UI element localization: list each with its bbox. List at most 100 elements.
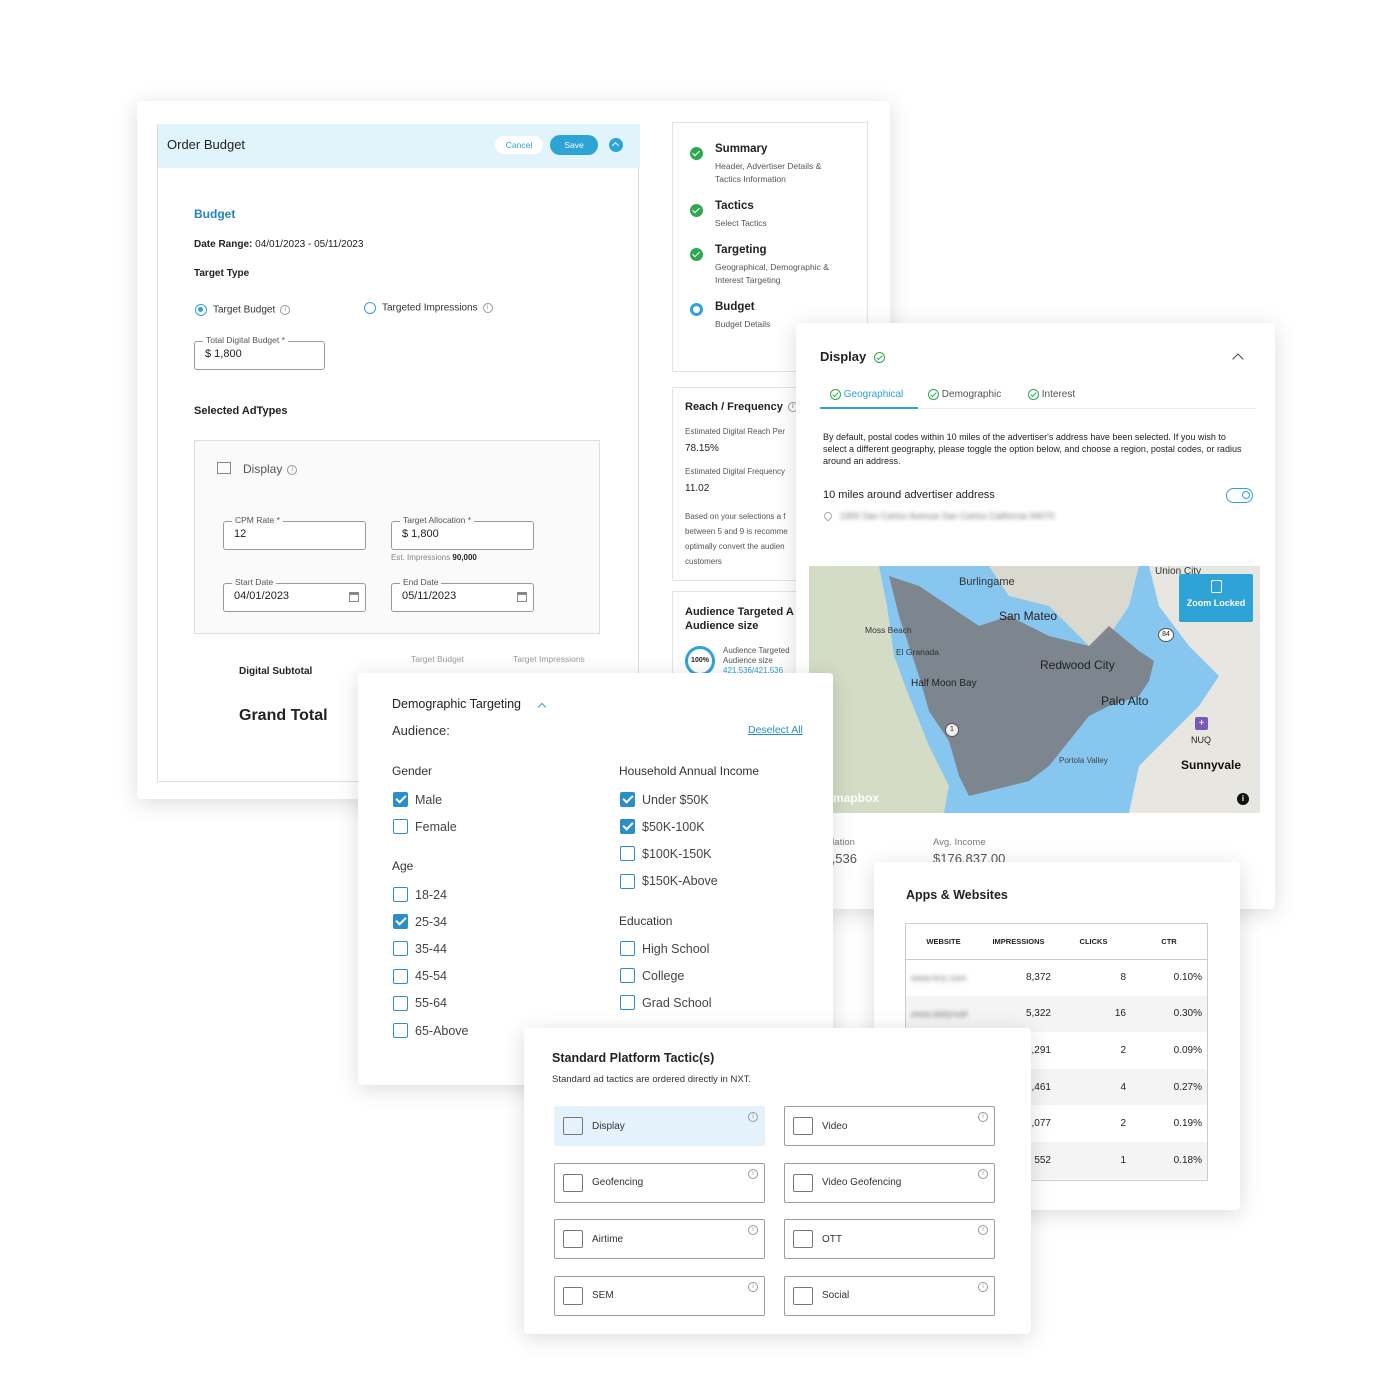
income-checkbox[interactable]: $50K-100K [620,819,705,835]
display-adtype-box: Display i CPM Rate * 12 Target Allocation… [194,440,600,634]
targeting-tabs: Geographical Demographic Interest [820,389,1256,409]
reach-title-text: Reach / Frequency [685,401,783,413]
tactic-video[interactable]: Video i [784,1106,995,1146]
table-cell-ctr: 0.30% [1173,1008,1202,1020]
chevron-up-icon[interactable] [1232,353,1244,365]
step-description: Geographical, Demographic & Interest Tar… [715,262,829,285]
step-description: Select Tactics [715,218,767,228]
info-icon[interactable]: i [748,1225,758,1235]
income-checkbox[interactable]: $150K-Above [620,873,718,889]
info-icon[interactable]: i [748,1168,758,1179]
reach-note: Based on your selections a f between 5 a… [685,509,788,569]
total-budget-field[interactable]: Total Digital Budget * $ 1,800 [194,335,325,370]
cpm-rate-field[interactable]: CPM Rate * 12 [223,515,366,550]
tactic-video-geofencing[interactable]: Video Geofencing i [784,1162,995,1203]
checkbox-checked-icon [393,792,408,807]
age-checkbox[interactable]: 55-64 [393,995,447,1011]
income-checkbox[interactable]: Under $50K [620,792,709,807]
collapse-chevron-icon[interactable] [609,138,623,152]
targeted-impressions-radio[interactable]: Targeted Impressions i [364,302,493,314]
deselect-all-link[interactable]: Deselect All [748,724,803,736]
calendar-icon[interactable] [517,592,527,602]
start-date-field[interactable]: Start Date 04/01/2023 [223,577,366,612]
checkbox-label: Grad School [642,995,712,1010]
table-cell-impressions: 5,322 [1025,1008,1051,1020]
start-date-label: Start Date [232,577,277,587]
page-title: Order Budget [167,137,246,152]
radius-toggle[interactable] [1226,488,1253,503]
mapbox-logo: mapbox [833,791,880,805]
display-adtype-label: Display i [243,462,298,476]
check-circle-icon [690,248,703,262]
checkbox-unchecked-icon [620,941,635,956]
table-cell-ctr: 0.18% [1173,1154,1202,1166]
info-icon[interactable]: i [748,1112,758,1122]
gender-checkbox[interactable]: Male [393,792,442,807]
col-target-budget: Target Budget [411,654,464,664]
tactic-label: Geofencing [592,1177,644,1188]
age-checkbox[interactable]: 35-44 [393,941,447,957]
zoom-locked-button[interactable]: Zoom Locked [1179,574,1253,622]
display-title: Display [820,349,885,364]
tactic-social[interactable]: Social i [784,1275,995,1316]
table-cell-ctr: 0.09% [1173,1044,1202,1056]
calendar-icon[interactable] [349,592,359,602]
start-date-value: 04/01/2023 [234,590,290,602]
check-circle-icon [1028,389,1039,400]
audience-ring: 100% [685,646,715,676]
demographic-title: Demographic Targeting [392,697,547,712]
tab-geographical[interactable]: Geographical [820,389,918,409]
target-allocation-field[interactable]: Target Allocation * $ 1,800 [391,515,534,550]
tactic-display[interactable]: Display i [554,1106,765,1146]
check-circle-icon [928,389,939,400]
checkbox-unchecked-icon [393,968,408,984]
table-cell-impressions: 8,372 [1025,972,1051,984]
map-label-moss-beach: Moss Beach [865,625,912,635]
checkbox-label: 65-Above [415,1023,469,1038]
age-checkbox[interactable]: 25-34 [393,914,447,930]
date-range-label: Date Range: [194,239,253,250]
map-info-icon[interactable]: i [1237,793,1249,805]
save-button[interactable]: Save [550,135,598,155]
check-circle-icon [690,204,703,218]
chevron-up-icon[interactable] [537,702,547,712]
info-icon[interactable]: i [978,1112,988,1122]
step-tactics[interactable]: Tactics Select Tactics [690,200,860,228]
info-icon[interactable]: i [748,1281,758,1292]
table-cell-clicks: 2 [1120,1044,1126,1056]
info-icon[interactable]: i [978,1281,988,1292]
cpm-rate-value: 12 [234,528,247,540]
tactic-geofencing[interactable]: Geofencing i [554,1162,765,1203]
education-checkbox[interactable]: Grad School [620,995,712,1011]
audience-title-line: Audience size [685,620,759,632]
age-checkbox[interactable]: 18-24 [393,887,447,902]
education-checkbox[interactable]: High School [620,941,709,956]
tactics-subtitle: Standard ad tactics are ordered directly… [552,1074,752,1085]
end-date-field[interactable]: End Date 05/11/2023 [391,577,534,612]
tab-interest[interactable]: Interest [1028,389,1075,400]
display-title-text: Display [820,349,867,364]
info-icon[interactable]: i [978,1225,988,1235]
map-label-redwood-city: Redwood City [1040,658,1115,672]
table-cell-clicks: 16 [1114,1008,1126,1020]
map[interactable]: Burlingame Union City San Mateo Moss Bea… [809,566,1260,813]
info-icon[interactable]: i [978,1168,988,1179]
age-checkbox[interactable]: 65-Above [393,1023,469,1038]
tab-demographic[interactable]: Demographic [928,389,1001,400]
education-checkbox[interactable]: College [620,968,684,984]
reach-note-line: between 5 and 9 is recomme [685,527,788,536]
cancel-button[interactable]: Cancel [495,136,543,154]
step-title: Tactics [715,200,754,212]
tactic-ott[interactable]: OTT i [784,1219,995,1259]
step-targeting[interactable]: Targeting Geographical, Demographic & Int… [690,244,860,285]
tactic-airtime[interactable]: Airtime i [554,1219,765,1259]
frequency-label: Estimated Digital Frequency [685,467,786,476]
checkbox-label: $150K-Above [642,874,718,889]
gender-checkbox[interactable]: Female [393,819,457,834]
step-summary[interactable]: Summary Header, Advertiser Details & Tact… [690,143,860,184]
age-checkbox[interactable]: 45-54 [393,968,447,984]
info-icon: i [482,303,493,313]
income-checkbox[interactable]: $100K-150K [620,846,712,862]
tactic-sem[interactable]: SEM i [554,1275,765,1316]
target-budget-radio[interactable]: Target Budget i [195,304,291,316]
